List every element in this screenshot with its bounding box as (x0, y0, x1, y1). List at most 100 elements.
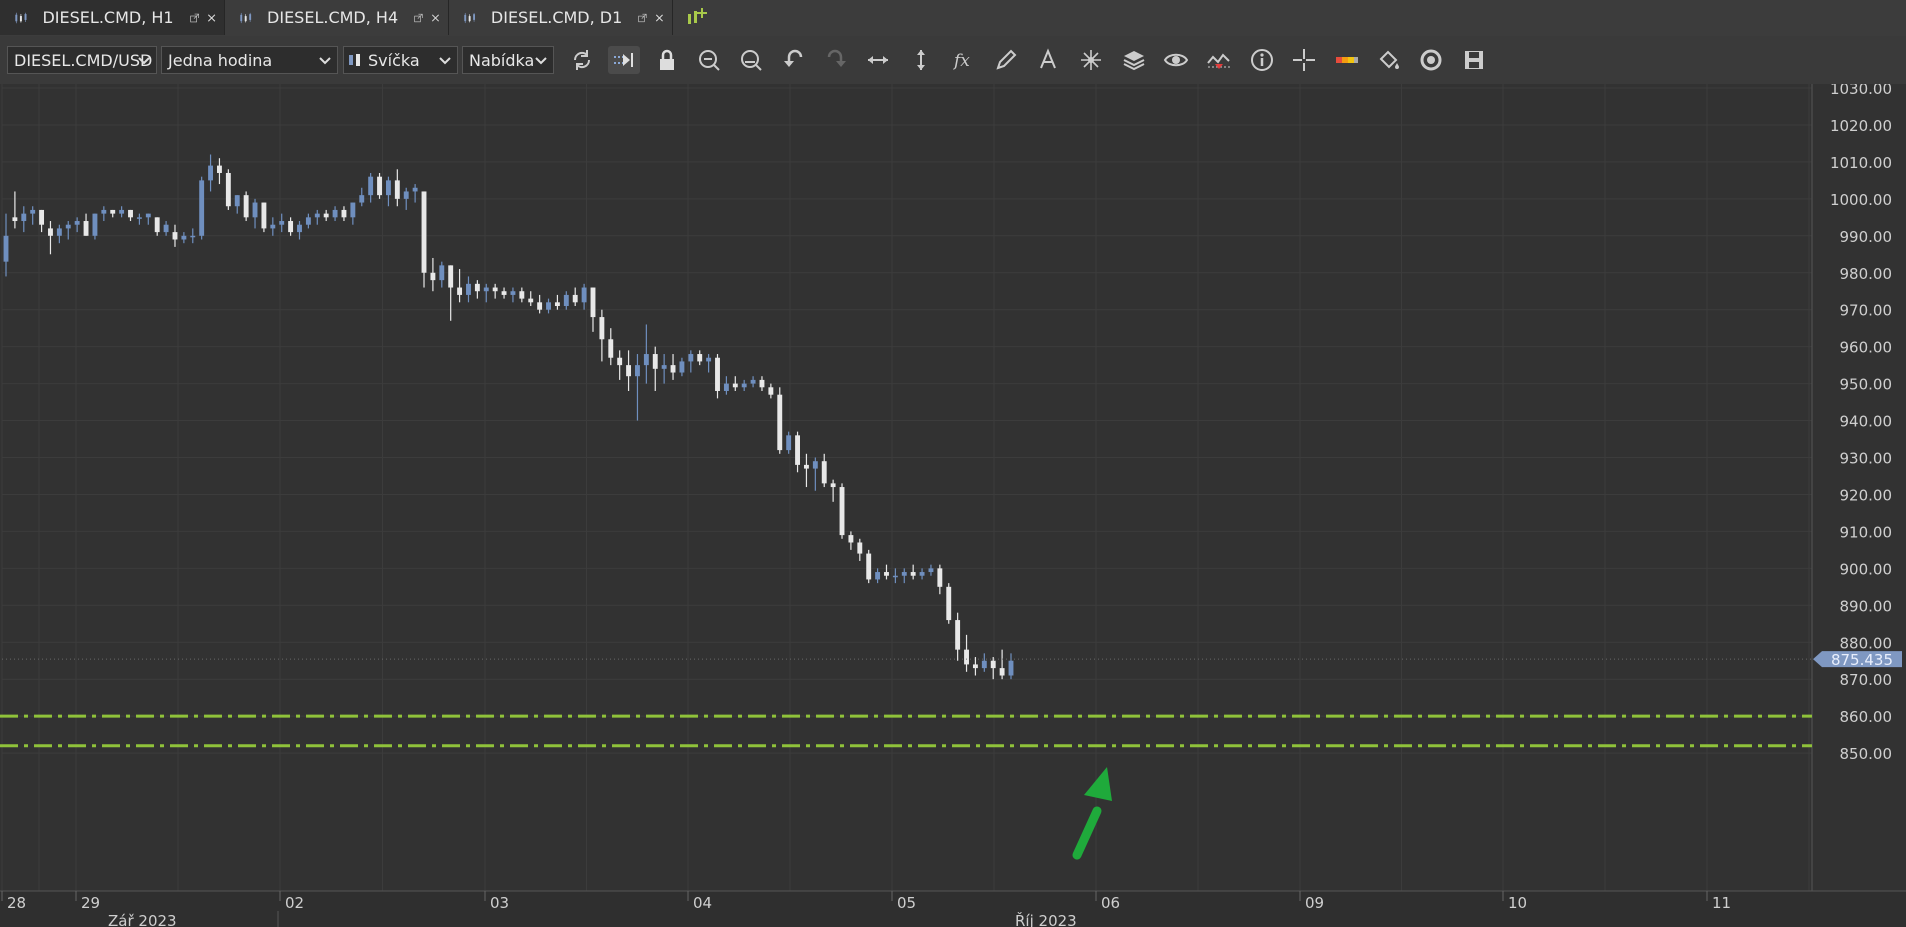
candle-body (590, 287, 596, 318)
save-icon (1465, 51, 1483, 69)
indicators-button[interactable] (1203, 46, 1235, 74)
candle-body (332, 209, 338, 218)
candle-body (101, 209, 107, 214)
theme-button[interactable] (1373, 46, 1405, 74)
svg-text:fx: fx (952, 51, 970, 71)
sync-button[interactable] (1415, 46, 1447, 74)
period-select[interactable]: Jedna hodina (161, 46, 338, 74)
popout-icon[interactable] (638, 11, 647, 25)
candle-body (981, 660, 987, 669)
candle-body (910, 572, 916, 576)
candle-body (554, 302, 560, 307)
candle-body (848, 535, 854, 543)
zoom-out-icon (741, 50, 762, 71)
info-button[interactable] (1246, 46, 1278, 74)
color-bar-icon (1336, 57, 1358, 63)
zoom-in-button[interactable] (693, 46, 725, 74)
candle-body (39, 209, 45, 225)
candle-body (163, 224, 169, 233)
candle-body (537, 302, 543, 310)
candle-body (946, 586, 952, 621)
candle-body (617, 357, 623, 366)
candle-body (119, 209, 125, 214)
autoshift-button[interactable] (608, 46, 640, 74)
y-tick-label: 870.00 (1840, 671, 1893, 689)
candle-body (875, 572, 881, 580)
tab-label: DIESEL.CMD, H4 (267, 8, 399, 27)
popout-icon[interactable] (189, 11, 199, 25)
candle-body (999, 668, 1005, 676)
y-tick-label: 860.00 (1840, 708, 1893, 726)
candle-body (990, 660, 996, 669)
candle-body (56, 228, 62, 236)
paint-bucket-icon (1379, 50, 1399, 69)
candle-body (243, 195, 249, 218)
candle-body (812, 461, 818, 469)
candle-body (394, 180, 400, 199)
refresh-button[interactable] (566, 46, 598, 74)
candle-body (519, 291, 525, 299)
candle-body (546, 302, 551, 310)
chevron-down-icon (319, 57, 331, 65)
visibility-button[interactable] (1160, 46, 1192, 74)
candle-body (830, 483, 836, 488)
instrument-select[interactable]: DIESEL.CMD/USD (7, 46, 157, 74)
patterns-button[interactable] (1075, 46, 1107, 74)
popout-icon[interactable] (414, 11, 423, 25)
candle-body (670, 365, 676, 373)
close-icon[interactable] (655, 11, 664, 25)
candle-body (412, 187, 418, 192)
y-tick-label: 880.00 (1840, 634, 1893, 652)
undo-button[interactable] (778, 46, 810, 74)
layers-button[interactable] (1118, 46, 1150, 74)
candle-body (208, 165, 214, 181)
candle-body (377, 176, 382, 196)
x-tick-label: 09 (1305, 894, 1324, 912)
y-tick-label: 940.00 (1840, 413, 1893, 431)
star-icon (1081, 50, 1101, 70)
candle-body (839, 487, 845, 536)
candle-body (439, 265, 445, 281)
lock-button[interactable] (651, 46, 683, 74)
candle-body (572, 294, 578, 303)
candle-body (884, 572, 889, 576)
tab-diesel-d1[interactable]: DIESEL.CMD, D1 (449, 0, 673, 35)
crosshair-button[interactable] (1288, 46, 1320, 74)
y-tick-label: 930.00 (1840, 450, 1893, 468)
candle-body (474, 283, 480, 292)
text-button[interactable] (1033, 46, 1065, 74)
chart-type-select[interactable]: Svíčka (343, 46, 458, 74)
y-tick-label: 920.00 (1840, 486, 1893, 504)
price-chart[interactable]: 1030.00 1020.00 1010.00 1000.00 990.00 980.00… (0, 84, 1906, 927)
close-icon[interactable] (431, 11, 440, 25)
zoom-out-button[interactable] (735, 46, 767, 74)
candle-body (786, 435, 792, 451)
tab-diesel-h4[interactable]: DIESEL.CMD, H4 (225, 0, 449, 35)
save-button[interactable] (1458, 46, 1490, 74)
circle-icon (1420, 49, 1442, 71)
tab-diesel-h1[interactable]: DIESEL.CMD, H1 (0, 0, 225, 35)
close-icon[interactable] (207, 11, 216, 25)
redo-button[interactable] (820, 46, 852, 74)
candle-body (715, 357, 720, 391)
pencil-icon (996, 49, 1017, 70)
candle-body (457, 287, 463, 295)
candle-body (652, 354, 658, 369)
candle-body (483, 287, 489, 292)
x-tick-label: 29 (81, 894, 100, 912)
function-button[interactable]: fx (948, 46, 980, 74)
drawing-button[interactable] (990, 46, 1022, 74)
y-tick-label: 950.00 (1840, 376, 1893, 394)
candle-body (768, 387, 774, 395)
vertical-scale-button[interactable] (905, 46, 937, 74)
candle-body (430, 272, 436, 281)
add-chart-icon[interactable] (684, 6, 708, 30)
candle-body (901, 572, 907, 576)
candlestick-chart-icon (464, 12, 476, 23)
horizontal-scale-button[interactable] (862, 46, 894, 74)
price-side-select[interactable]: Nabídka (462, 46, 554, 74)
candle-body (919, 572, 925, 576)
redo-icon (827, 49, 846, 67)
color-bar-button[interactable] (1331, 46, 1363, 74)
candle-body (599, 317, 605, 340)
